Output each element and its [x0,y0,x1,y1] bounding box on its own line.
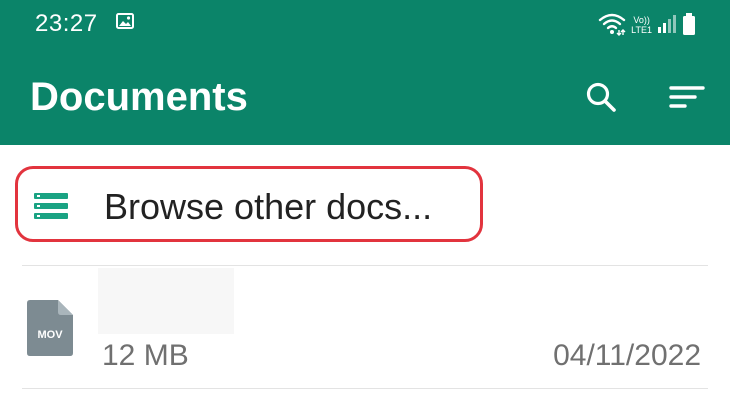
status-icons: Vo)) LTE1 [597,10,696,38]
gallery-icon [116,13,134,29]
signal-icon [658,15,676,33]
battery-icon [683,13,695,35]
search-icon[interactable] [584,80,618,114]
volte-top-text: Vo)) [633,14,650,25]
page-title: Documents [30,75,248,119]
volte-indicator: Vo)) LTE1 [631,15,652,35]
wifi-icon [598,13,626,36]
file-date: 04/11/2022 [553,339,701,372]
volte-bottom-text: LTE1 [631,24,652,35]
file-type-label: MOV [37,329,63,341]
file-size: 12 MB [102,339,189,372]
status-bar: 23:27 Vo)) LTE1 [0,0,730,48]
video-file-icon: MOV [27,300,73,356]
file-list-item[interactable]: MOV 12 MB 04/11/2022 [0,268,730,386]
app-header: 23:27 Vo)) LTE1 Documents [0,0,730,145]
documents-screen: 23:27 Vo)) LTE1 Documents Browse other d… [0,0,730,400]
divider [22,265,708,266]
status-time: 23:27 [35,10,98,37]
file-thumbnail [98,268,234,334]
browse-other-docs-label: Browse other docs... [104,186,433,227]
browse-other-docs-button[interactable]: Browse other docs... [15,166,483,242]
divider [22,388,708,389]
list-icon [34,193,68,219]
sort-icon[interactable] [668,80,706,114]
